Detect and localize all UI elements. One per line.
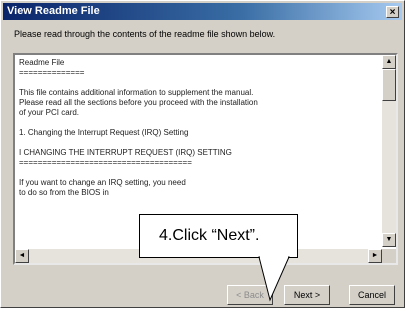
callout-pointer-icon [258, 256, 290, 302]
